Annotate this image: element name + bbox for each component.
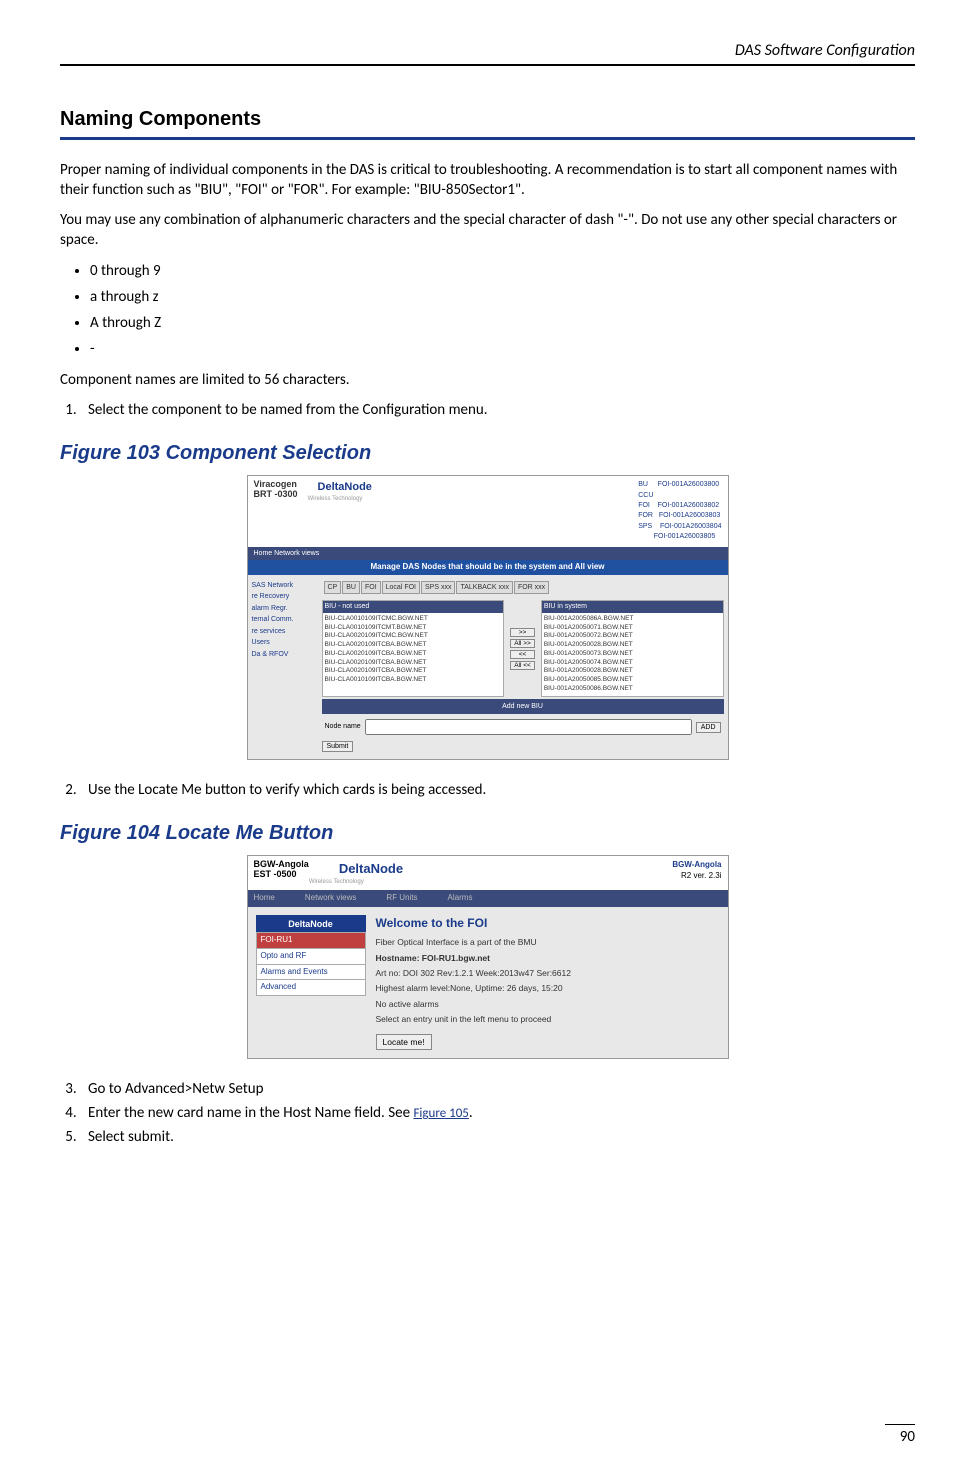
sidebar-item-advanced[interactable]: Advanced — [256, 979, 366, 996]
fig104-menubar: HomeNetwork viewsRF UnitsAlarms — [248, 890, 728, 907]
content-line: No active alarms — [376, 999, 720, 1010]
move-all-left-button[interactable]: All << — [510, 661, 535, 670]
figure-105-link[interactable]: Figure 105 — [413, 1106, 468, 1121]
steps-list-1: Select the component to be named from th… — [60, 400, 915, 420]
submit-button[interactable]: Submit — [322, 741, 354, 752]
section-heading: Naming Components — [60, 106, 915, 140]
step-4-text: Enter the new card name in the Host Name… — [88, 1104, 413, 1122]
move-right-button[interactable]: >> — [510, 628, 535, 637]
node-name-input[interactable] — [365, 719, 692, 735]
logo-subtitle: Wireless Technology — [309, 878, 403, 886]
char-limit-note: Component names are limited to 56 charac… — [60, 370, 915, 390]
page-number: 90 — [885, 1424, 915, 1447]
fig103-add-row: Add new BIU — [322, 699, 724, 714]
fig103-subtabs: CPBUFOILocal FOISPS xxxTALKBACK xxxFOR x… — [322, 579, 724, 596]
fig104-label: EST -0500 — [254, 870, 309, 880]
bullet-item: - — [90, 339, 915, 359]
logo-subtitle: Wireless Technology — [308, 495, 372, 503]
bullet-item: a through z — [90, 287, 915, 307]
bullet-item: A through Z — [90, 313, 915, 333]
welcome-heading: Welcome to the FOI — [376, 915, 720, 931]
deltanode-logo: DeltaNode — [318, 480, 372, 495]
fig103-right-links: BU FOI-001A26003800 CCU FOI FOI-001A2600… — [638, 480, 721, 543]
fig103-sidebar: SAS Network re Recovery alarm Regr. tern… — [252, 579, 322, 755]
step-1: Select the component to be named from th… — [80, 400, 915, 420]
intro-paragraph-1: Proper naming of individual components i… — [60, 160, 915, 201]
sidebar-item-alarms[interactable]: Alarms and Events — [256, 964, 366, 981]
figure-104-screenshot: BGW-Angola EST -0500 DeltaNode Wireless … — [247, 855, 729, 1058]
locate-me-button[interactable]: Locate me! — [376, 1034, 432, 1050]
figure-103-screenshot: Viracogen BRT -0300 DeltaNode Wireless T… — [247, 475, 729, 760]
fig103-label: BRT -0300 — [254, 490, 298, 500]
deltanode-logo: DeltaNode — [339, 860, 403, 878]
step-5: Select submit. — [80, 1127, 915, 1147]
step-4-post: . — [469, 1104, 473, 1122]
fig103-list-insystem: BIU in system BIU-001A2005086A.BGW.NETBI… — [541, 600, 724, 696]
sidebar-logo: DeltaNode — [256, 915, 366, 933]
content-line: Select an entry unit in the left menu to… — [376, 1014, 720, 1025]
sidebar-item-opto[interactable]: Opto and RF — [256, 948, 366, 965]
figure-103-caption: Figure 103 Component Selection — [60, 440, 915, 467]
steps-list-2: Use the Locate Me button to verify which… — [60, 780, 915, 800]
figure-104-caption: Figure 104 Locate Me Button — [60, 820, 915, 847]
fig104-content: Welcome to the FOI Fiber Optical Interfa… — [376, 915, 720, 1050]
allowed-chars-list: 0 through 9 a through z A through Z - — [90, 261, 915, 360]
content-line: Art no: DOI 302 Rev:1.2.1 Week:2013w47 S… — [376, 968, 720, 979]
step-2: Use the Locate Me button to verify which… — [80, 780, 915, 800]
move-left-button[interactable]: << — [510, 650, 535, 659]
fig103-title-bar: Manage DAS Nodes that should be in the s… — [248, 560, 728, 575]
content-line: Highest alarm level:None, Uptime: 26 day… — [376, 983, 720, 994]
bullet-item: 0 through 9 — [90, 261, 915, 281]
fig103-nav-tabs: Home Network views — [248, 547, 728, 560]
node-name-label: Node name — [325, 722, 361, 731]
steps-list-3: Go to Advanced>Netw Setup Enter the new … — [60, 1079, 915, 1148]
fig104-bgw-name: BGW-Angola — [672, 860, 721, 871]
step-3: Go to Advanced>Netw Setup — [80, 1079, 915, 1099]
move-all-right-button[interactable]: All >> — [510, 639, 535, 648]
fig104-version: R2 ver. 2.3i — [672, 871, 721, 882]
add-button[interactable]: ADD — [696, 722, 721, 733]
intro-paragraph-2: You may use any combination of alphanume… — [60, 210, 915, 251]
step-4: Enter the new card name in the Host Name… — [80, 1103, 915, 1123]
fig103-list-notused: BIU - not used BIU-CLA0010109ITCMC.BGW.N… — [322, 600, 505, 696]
running-header: DAS Software Configuration — [60, 40, 915, 66]
content-line: Fiber Optical Interface is a part of the… — [376, 937, 720, 948]
fig104-sidebar: DeltaNode FOI-RU1 Opto and RF Alarms and… — [256, 915, 366, 1050]
sidebar-item-foi[interactable]: FOI-RU1 — [256, 932, 366, 949]
fig103-transfer-buttons: >> All >> << All << — [510, 600, 535, 696]
content-line: Hostname: FOI-RU1.bgw.net — [376, 953, 720, 964]
